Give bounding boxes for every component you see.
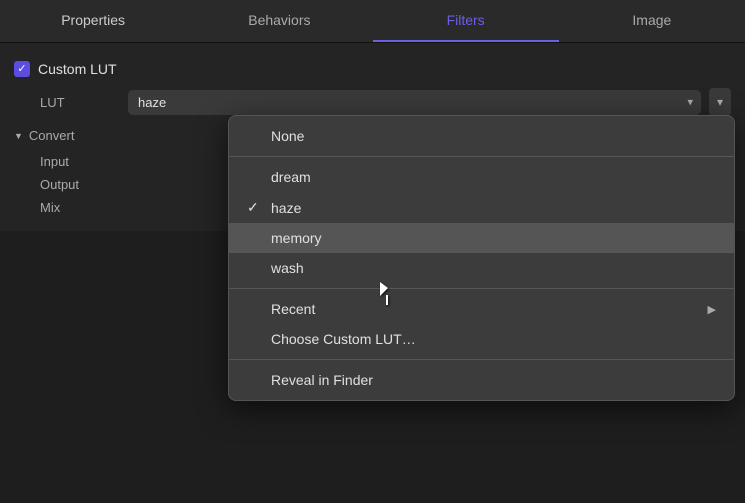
tab-filters[interactable]: Filters bbox=[373, 0, 559, 42]
dropdown-item-none-text: None bbox=[271, 128, 716, 144]
tab-image[interactable]: Image bbox=[559, 0, 745, 42]
triangle-icon: ▼ bbox=[14, 131, 23, 141]
lut-chevron-button[interactable]: ▾ bbox=[709, 88, 731, 116]
dropdown-section-1: dream ✓ haze memory wash bbox=[229, 156, 734, 288]
dropdown-item-dream-text: dream bbox=[271, 169, 716, 185]
tab-properties[interactable]: Properties bbox=[0, 0, 186, 42]
checkbox-check-icon: ✓ bbox=[17, 64, 26, 75]
dropdown-item-choose-lut-text: Choose Custom LUT… bbox=[271, 331, 716, 347]
lut-select[interactable]: haze bbox=[128, 90, 701, 115]
dropdown-item-choose-custom-lut[interactable]: Choose Custom LUT… bbox=[229, 324, 734, 354]
dropdown-item-reveal-in-finder[interactable]: Reveal in Finder bbox=[229, 365, 734, 395]
tab-bar: Properties Behaviors Filters Image bbox=[0, 0, 745, 43]
recent-arrow-icon: ▶ bbox=[708, 303, 716, 316]
input-label: Input bbox=[40, 154, 120, 169]
dropdown-item-memory[interactable]: memory bbox=[229, 223, 734, 253]
convert-label: Convert bbox=[29, 128, 75, 143]
dropdown-menu: None dream ✓ haze memory wash Recent ▶ bbox=[228, 115, 735, 401]
dropdown-item-haze-text: haze bbox=[271, 200, 716, 216]
dropdown-item-dream[interactable]: dream bbox=[229, 162, 734, 192]
dropdown-item-wash-text: wash bbox=[271, 260, 716, 276]
lut-select-wrapper: haze ▾ bbox=[128, 90, 701, 115]
dropdown-item-wash[interactable]: wash bbox=[229, 253, 734, 283]
custom-lut-row: ✓ Custom LUT bbox=[0, 55, 745, 83]
tab-behaviors[interactable]: Behaviors bbox=[186, 0, 372, 42]
dropdown-item-reveal-in-finder-text: Reveal in Finder bbox=[271, 372, 716, 388]
dropdown-section-3: Reveal in Finder bbox=[229, 359, 734, 400]
custom-lut-label: Custom LUT bbox=[38, 61, 117, 77]
dropdown-item-recent[interactable]: Recent ▶ bbox=[229, 294, 734, 324]
output-label: Output bbox=[40, 177, 120, 192]
dropdown-item-memory-text: memory bbox=[271, 230, 716, 246]
dropdown-item-none[interactable]: None bbox=[229, 121, 734, 151]
lut-chevron-icon: ▾ bbox=[717, 95, 723, 109]
dropdown-section-2: Recent ▶ Choose Custom LUT… bbox=[229, 288, 734, 359]
dropdown-item-haze[interactable]: ✓ haze bbox=[229, 192, 734, 223]
custom-lut-checkbox[interactable]: ✓ bbox=[14, 61, 30, 77]
dropdown-section-0: None bbox=[229, 116, 734, 156]
haze-check-icon: ✓ bbox=[247, 199, 265, 216]
mix-label: Mix bbox=[40, 200, 120, 215]
lut-label: LUT bbox=[40, 95, 120, 110]
dropdown-item-recent-text: Recent bbox=[271, 301, 702, 317]
